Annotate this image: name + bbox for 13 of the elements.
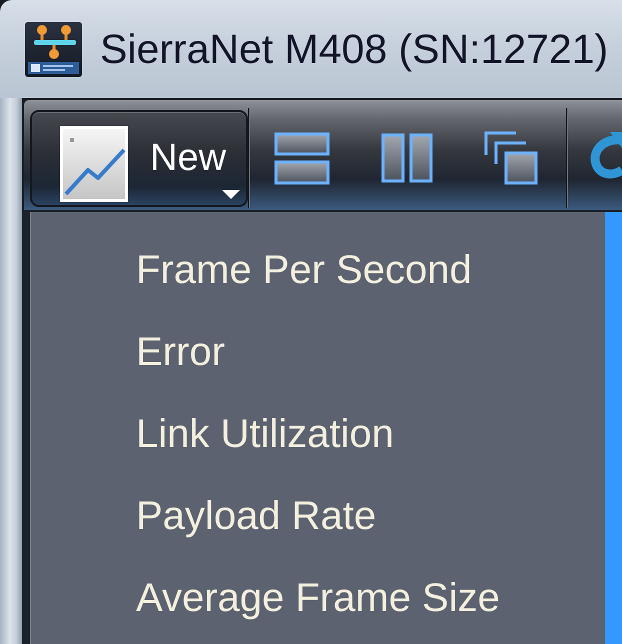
- new-button[interactable]: New: [30, 110, 248, 206]
- window-title: SierraNet M408 (SN:12721): [100, 28, 608, 70]
- menu-item[interactable]: Error: [31, 311, 605, 393]
- cascade-windows-icon[interactable]: [484, 131, 538, 185]
- menu-item[interactable]: Payload Rate: [31, 475, 605, 557]
- menu-item[interactable]: Average Frame Size: [31, 557, 605, 639]
- app-icon: [25, 22, 82, 76]
- vertical-split-icon[interactable]: [381, 133, 433, 183]
- menu-item[interactable]: Frame Per Second: [31, 229, 605, 311]
- line-chart-icon: [60, 126, 128, 202]
- caret-icon: [222, 190, 240, 198]
- horizontal-split-icon[interactable]: [274, 130, 330, 186]
- menu-item[interactable]: Link Utilization: [31, 393, 605, 475]
